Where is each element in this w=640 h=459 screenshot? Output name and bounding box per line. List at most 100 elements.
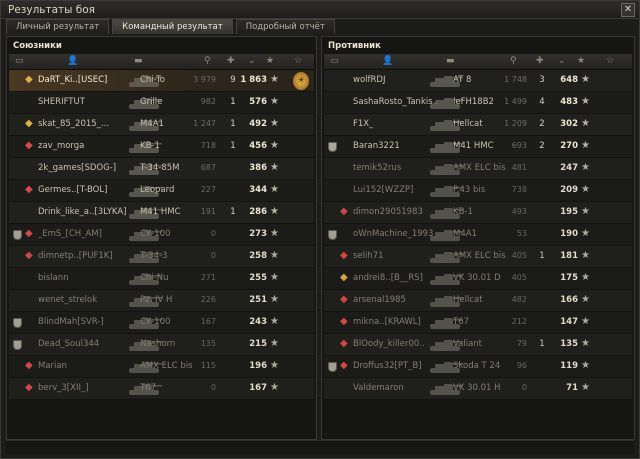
vehicle-column-icon[interactable]: ▬ (446, 56, 455, 66)
player-row[interactable]: 2k_games[SDOG-] T-34-85M 687 386 ★ (9, 158, 314, 180)
experience-value: 175 (560, 273, 578, 283)
player-row[interactable]: SHERIFTUT Grille 982 1 576 ★ (9, 92, 314, 114)
player-row[interactable]: ◆ andrei8..[B__RS] VK 30.01 D 405 175 ★ (324, 268, 632, 290)
star-icon: ★ (581, 96, 590, 107)
player-row[interactable]: ◆ arsenal1985 Hellcat 482 166 ★ (324, 290, 632, 312)
player-name: _EmS_[CH_AM] (38, 229, 102, 239)
star-icon: ★ (581, 162, 590, 173)
player-row[interactable]: Dead_Soul344 Nashorn 135 215 ★ (9, 334, 314, 356)
player-row[interactable]: F1X_ Hellcat 1 209 2 302 ★ (324, 114, 632, 136)
player-row[interactable]: ◆ dimon29051983 KB-1 493 195 ★ (324, 202, 632, 224)
battle-results-window: Результаты боя ✕ Личный результат Команд… (0, 0, 640, 459)
player-column-icon[interactable]: 👤 (67, 56, 78, 66)
vehicle-name: M4A1 (453, 229, 477, 239)
tab-detailed-report[interactable]: Подробный отчёт (235, 19, 335, 34)
player-row[interactable]: ◆ zav_morga KB-1 718 1 456 ★ (9, 136, 314, 158)
player-name: DaRT_Ki..[USEC] (38, 75, 108, 85)
player-name: dimon29051983 (353, 207, 423, 217)
player-row[interactable]: ◆ Marian AMX ELC bis 115 196 ★ (9, 356, 314, 378)
player-row[interactable]: ◆ skat_85_2015_... M4A1 1 247 1 492 ★ (9, 114, 314, 136)
star-icon: ★ (270, 184, 279, 195)
allies-column-header: ▭ 👤 ▬ ⚲ ✚ ⌄ ★ ☆ (9, 54, 314, 70)
experience-value: 344 (249, 185, 267, 195)
squad-column-icon[interactable]: ▭ (330, 56, 339, 66)
player-row[interactable]: Valdemaron VK 30.01 H 0 71 ★ (324, 378, 632, 400)
player-name: temik52rus (353, 163, 402, 173)
experience-value: 195 (560, 207, 578, 217)
star-icon: ★ (581, 360, 590, 371)
player-row[interactable]: wolfRDJ AT 8 1 748 3 648 ★ (324, 70, 632, 92)
player-row[interactable]: BlindMah[SVR-] СУ-100 167 243 ★ (9, 312, 314, 334)
damage-value: 687 (200, 163, 216, 172)
player-row[interactable]: ◆ berv_3[XII_] T67 0 167 ★ (9, 378, 314, 400)
star-icon: ★ (581, 294, 590, 305)
frags-column-icon[interactable]: ✚ (227, 56, 235, 66)
player-row[interactable]: ◆ _EmS_[CH_AM] СУ-100 0 273 ★ (9, 224, 314, 246)
vehicle-name: Hellcat (453, 295, 483, 305)
damage-value: 167 (200, 317, 216, 326)
damage-value: 227 (200, 185, 216, 194)
player-name: wolfRDJ (353, 75, 386, 85)
player-column-icon[interactable]: 👤 (382, 56, 393, 66)
player-row[interactable]: wenet_strelok Pz. IV H 226 251 ★ (9, 290, 314, 312)
frags-column-icon[interactable]: ✚ (536, 56, 544, 66)
squad-column-icon[interactable]: ▭ (15, 56, 24, 66)
vehicle-name: СУ-100 (140, 229, 171, 239)
star-icon: ★ (270, 206, 279, 217)
player-row[interactable]: Baran3221 M41 HMC 693 2 270 ★ (324, 136, 632, 158)
rating-column-icon[interactable]: ★ (577, 56, 585, 66)
player-row[interactable]: Lui152[WZZP] P.43 bis 738 209 ★ (324, 180, 632, 202)
damage-value: 405 (511, 273, 527, 282)
medal-column-icon[interactable]: ☆ (294, 56, 302, 66)
tab-team-result[interactable]: Командный результат (112, 19, 233, 34)
xp-column-icon[interactable]: ⌄ (248, 56, 256, 66)
experience-value: 270 (560, 141, 578, 151)
damage-value: 493 (511, 207, 527, 216)
player-row[interactable]: ◆ Droffus32[PT_B] Škoda T 24 96 119 ★ (324, 356, 632, 378)
damage-value: 135 (200, 339, 216, 348)
player-row[interactable]: ◆ mikna..[KRAWL] T67 212 147 ★ (324, 312, 632, 334)
star-icon: ★ (270, 140, 279, 151)
xp-column-icon[interactable]: ⌄ (558, 56, 566, 66)
player-row[interactable]: bislann Chi-Nu 271 255 ★ (9, 268, 314, 290)
player-name: mikna..[KRAWL] (353, 317, 421, 327)
damage-value: 96 (516, 361, 527, 370)
player-row[interactable]: Drink_like_a..[3LYKA] M41 HMC 191 1 286 ★ (9, 202, 314, 224)
player-row[interactable]: ◆ dimnetp..[PUF1K] Т-34-3 0 258 ★ (9, 246, 314, 268)
bottom-bar (6, 440, 634, 454)
player-row[interactable]: oWnMachine_1993 M4A1 53 190 ★ (324, 224, 632, 246)
damage-value: 0 (210, 229, 216, 238)
player-row[interactable]: SashaRosto_Tankis.. leFH18B2 1 499 4 483 ★ (324, 92, 632, 114)
medal-icon[interactable]: ☀ (293, 72, 309, 90)
damage-column-icon[interactable]: ⚲ (204, 56, 211, 66)
experience-value: 302 (560, 119, 578, 129)
tab-personal-result[interactable]: Личный результат (6, 19, 110, 34)
player-row[interactable]: ◆ BlOody_killer00.. Valiant 79 1 135 ★ (324, 334, 632, 356)
experience-value: 147 (560, 317, 578, 327)
damage-column-icon[interactable]: ⚲ (510, 56, 517, 66)
player-name: arsenal1985 (353, 295, 406, 305)
vehicle-name: AT 8 (453, 75, 472, 85)
close-button[interactable]: ✕ (621, 3, 635, 17)
vehicle-name: Grille (140, 97, 163, 107)
star-icon: ★ (581, 228, 590, 239)
vehicle-column-icon[interactable]: ▬ (134, 56, 143, 66)
player-row[interactable]: ◆ selih71 AMX ELC bis 405 1 181 ★ (324, 246, 632, 268)
player-row[interactable]: ◆ Germes..[T-BOL] Leopard 227 344 ★ (9, 180, 314, 202)
experience-value: 181 (560, 251, 578, 261)
damage-value: 226 (200, 295, 216, 304)
damage-value: 405 (511, 251, 527, 260)
star-icon: ★ (581, 118, 590, 129)
star-icon: ★ (270, 74, 279, 85)
player-row[interactable]: temik52rus AMX ELC bis 481 247 ★ (324, 158, 632, 180)
damage-value: 482 (511, 295, 527, 304)
medal-column-icon[interactable]: ☆ (606, 56, 614, 66)
frags-value: 1 (539, 339, 545, 349)
star-icon: ★ (581, 140, 590, 151)
player-name: BlindMah[SVR-] (38, 317, 104, 327)
player-row[interactable]: ◆ DaRT_Ki..[USEC] Chi-To 3 979 9 1 863 ★ ☀ (9, 70, 314, 92)
star-icon: ★ (270, 96, 279, 107)
rating-column-icon[interactable]: ★ (266, 56, 274, 66)
player-name: F1X_ (353, 119, 374, 129)
damage-value: 212 (511, 317, 527, 326)
